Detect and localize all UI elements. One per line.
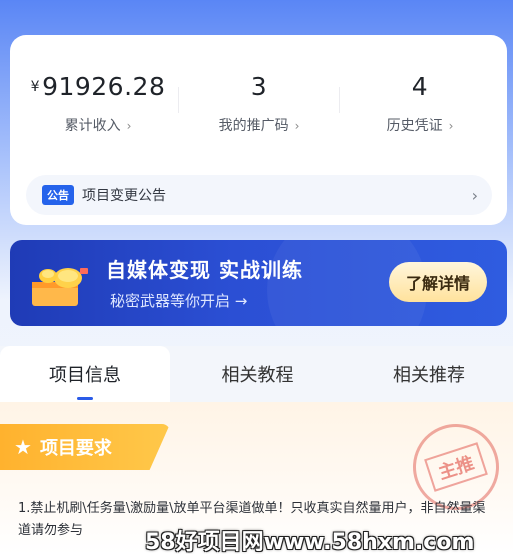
banner-subtitle: 秘密武器等你开启 → — [110, 292, 248, 310]
promo-code-stat[interactable]: 3 我的推广码 › — [179, 35, 339, 135]
project-info-panel: ★ 项目要求 主推 1.禁止机刷\任务量\激励量\放单平台渠道做单！只收真实自然… — [0, 402, 513, 554]
notice-tag: 公告 — [42, 185, 74, 205]
active-tab-indicator — [77, 397, 93, 400]
promo-code-value: 3 — [250, 72, 268, 101]
section-title: 项目要求 — [39, 438, 112, 459]
history-voucher-stat[interactable]: 4 历史凭证 › — [340, 35, 500, 135]
chevron-right-icon: › — [471, 185, 478, 205]
learn-more-button[interactable]: 了解详情 — [389, 262, 487, 302]
history-voucher-value: 4 — [411, 72, 429, 101]
watermark: 58好项目网www.58hxm.com — [145, 530, 475, 554]
notice-bar[interactable]: 公告 项目变更公告 › — [26, 175, 492, 215]
tab-project-info[interactable]: 项目信息 — [0, 346, 170, 402]
stamp-text: 主推 — [424, 442, 488, 492]
tab-related-recommendations[interactable]: 相关推荐 — [345, 346, 513, 402]
stats-card: ¥91926.28 累计收入 › 3 我的推广码 › 4 历史凭证 › 公告 项目变更… — [10, 35, 507, 225]
tab-related-tutorials[interactable]: 相关教程 — [170, 346, 345, 402]
chevron-right-icon: › — [126, 119, 132, 133]
tab-bar: 项目信息 相关教程 相关推荐 — [0, 346, 513, 402]
chevron-right-icon: › — [294, 119, 300, 133]
section-header: ★ 项目要求 — [0, 424, 170, 470]
star-icon: ★ — [14, 435, 32, 459]
banner-title: 自媒体变现 实战训练 — [106, 258, 303, 282]
promo-code-label: 我的推广码 › — [218, 118, 300, 134]
gift-coins-icon — [32, 268, 88, 306]
total-income-value: ¥91926.28 — [30, 72, 166, 101]
notice-text: 项目变更公告 — [82, 188, 166, 204]
total-income-stat[interactable]: ¥91926.28 累计收入 › — [18, 35, 178, 135]
history-voucher-label: 历史凭证 › — [386, 118, 454, 134]
promo-banner[interactable]: 自媒体变现 实战训练 秘密武器等你开启 → 了解详情 — [10, 240, 507, 326]
chevron-right-icon: › — [448, 119, 454, 133]
total-income-label: 累计收入 › — [64, 118, 132, 134]
